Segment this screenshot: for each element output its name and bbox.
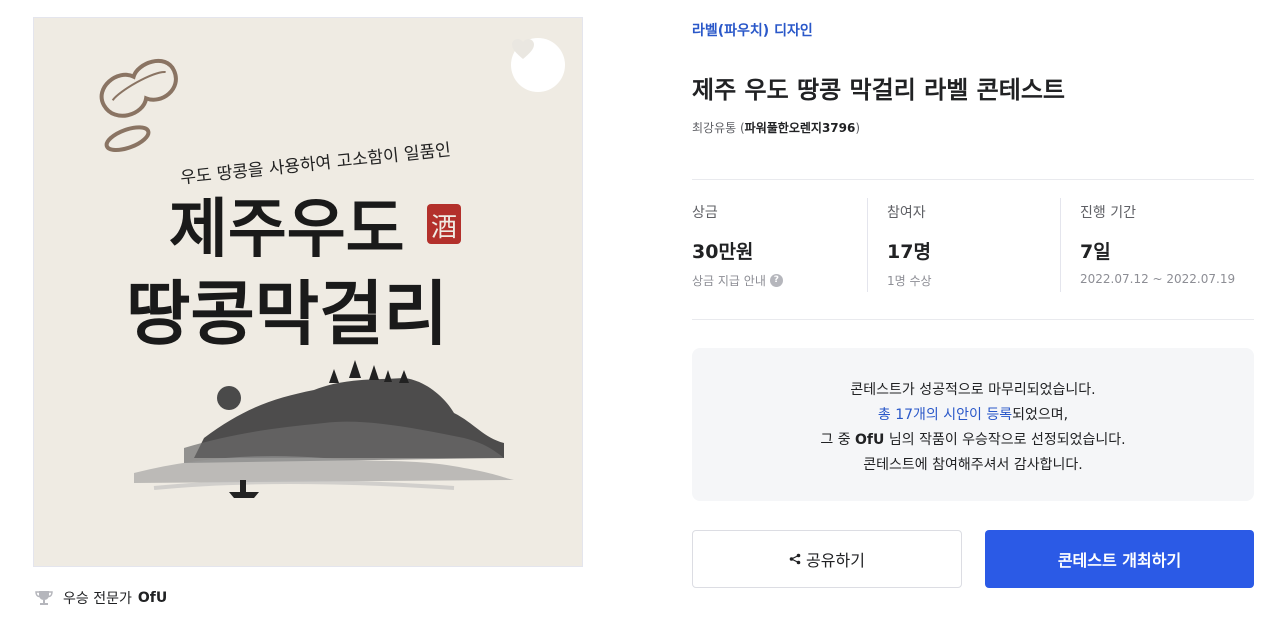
notice-winner-name[interactable]: OfU xyxy=(855,432,884,448)
share-label: 공유하기 xyxy=(806,551,865,570)
moon xyxy=(217,386,241,410)
artwork-title-line1: 제주우도 xyxy=(169,192,405,267)
stat-participants: 참여자 17명 1명 수상 xyxy=(867,198,1055,292)
notice-line2: 총 17개의 시안이 등록되었으며, xyxy=(692,403,1254,428)
host-contest-label: 콘테스트 개최하기 xyxy=(1057,551,1182,570)
contest-title: 제주 우도 땅콩 막걸리 라벨 콘테스트 xyxy=(692,76,1065,104)
period-dates: 2022.07.12 ~ 2022.07.19 xyxy=(1080,272,1236,286)
participants-value: 17명 xyxy=(887,241,931,263)
winner-name[interactable]: OfU xyxy=(138,590,167,606)
artwork-subtitle: 우도 땅콩을 사용하여 고소함이 일품인 xyxy=(179,140,451,188)
host-company: 최강유통 xyxy=(692,121,737,135)
contest-host: 최강유통 (파워풀한오렌지3796) xyxy=(692,121,861,135)
contest-category[interactable]: 라벨(파우치) 디자인 xyxy=(692,20,813,40)
label-artwork: 우도 땅콩을 사용하여 고소함이 일품인 제주우도 酒 땅콩막걸리 xyxy=(99,59,514,498)
stat-prize: 상금 30만원 상금 지급 안내 ? xyxy=(692,198,880,292)
trophy-icon xyxy=(35,589,53,607)
participants-sub: 1명 수상 xyxy=(887,274,932,288)
host-contest-button[interactable]: 콘테스트 개최하기 xyxy=(985,530,1254,588)
artwork-title-line2: 땅콩막걸리 xyxy=(126,272,448,355)
prize-value: 30만원 xyxy=(692,241,754,263)
host-name[interactable]: 파워풀한오렌지3796 xyxy=(745,121,856,135)
share-button[interactable]: 공유하기 xyxy=(692,530,962,588)
participants-label: 참여자 xyxy=(887,205,926,221)
winner-info: 우승 전문가 OfU xyxy=(35,588,167,608)
notice-line3-post: 님의 작품이 우승작으로 선정되었습니다. xyxy=(884,432,1126,448)
notice-line4: 콘테스트에 참여해주셔서 감사합니다. xyxy=(863,457,1083,473)
heart-icon xyxy=(512,39,534,59)
artwork-seal: 酒 xyxy=(431,213,457,243)
notice-line3-pre: 그 중 xyxy=(820,432,856,448)
notice-line3: 그 중 OfU 님의 작품이 우승작으로 선정되었습니다. xyxy=(692,428,1254,453)
divider xyxy=(692,319,1254,320)
period-value: 7일 xyxy=(1080,241,1111,263)
winner-label: 우승 전문가 xyxy=(63,591,132,607)
stat-period: 진행 기간 7일 2022.07.12 ~ 2022.07.19 xyxy=(1060,198,1248,292)
share-icon xyxy=(789,553,801,565)
contest-image[interactable]: 우도 땅콩을 사용하여 고소함이 일품인 제주우도 酒 땅콩막걸리 xyxy=(33,17,583,567)
question-icon[interactable]: ? xyxy=(769,274,783,287)
island-landscape xyxy=(134,360,514,498)
contest-result-notice: 콘테스트가 성공적으로 마무리되었습니다. 총 17개의 시안이 등록되었으며,… xyxy=(692,348,1254,501)
submissions-link[interactable]: 총 17개의 시안이 등록 xyxy=(878,407,1012,423)
prize-info-label: 상금 지급 안내 xyxy=(692,274,766,288)
prize-label: 상금 xyxy=(692,205,718,221)
notice-line2-rest: 되었으며, xyxy=(1012,407,1069,423)
period-label: 진행 기간 xyxy=(1080,205,1136,221)
prize-info-link[interactable]: 상금 지급 안내 ? xyxy=(692,272,783,289)
peanut-illustration xyxy=(99,59,178,118)
notice-line1: 콘테스트가 성공적으로 마무리되었습니다. xyxy=(850,382,1096,398)
divider xyxy=(692,179,1254,180)
like-button[interactable] xyxy=(511,38,565,92)
